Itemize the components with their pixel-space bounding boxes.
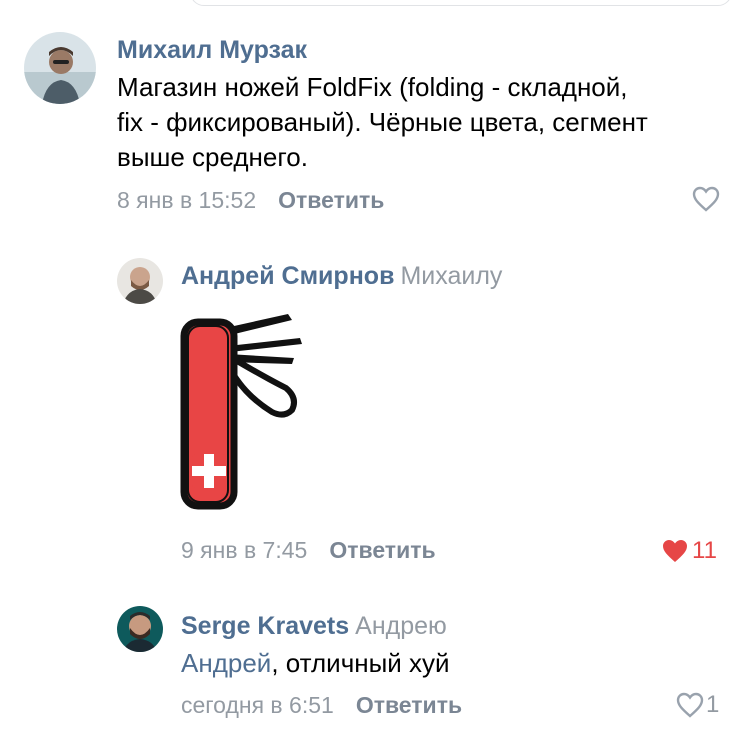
heart-icon bbox=[676, 692, 704, 718]
like-button[interactable]: 11 bbox=[660, 537, 717, 565]
author-name[interactable]: Михаил Мурзак bbox=[117, 36, 307, 64]
reply-button[interactable]: Ответить bbox=[356, 692, 462, 718]
input-field-edge bbox=[190, 0, 732, 6]
comment-time: 9 янв в 7:45 bbox=[181, 537, 308, 563]
avatar-photo bbox=[24, 32, 96, 104]
reply-to-label[interactable]: Андрею bbox=[355, 612, 447, 640]
like-button[interactable]: 1 bbox=[676, 691, 719, 719]
avatar[interactable] bbox=[24, 32, 96, 104]
comment-text-line: Магазин ножей FoldFix (folding - складно… bbox=[117, 72, 628, 102]
heart-icon bbox=[663, 540, 687, 562]
comment-author[interactable]: Serge Kravets Андрею bbox=[181, 612, 447, 641]
comment-meta: 9 янв в 7:45 Ответить bbox=[181, 537, 436, 564]
mention-link[interactable]: Андрей bbox=[181, 648, 271, 678]
comment-time: 8 янв в 15:52 bbox=[117, 187, 257, 213]
comment-author[interactable]: Андрей Смирнов Михаилу bbox=[181, 262, 502, 291]
like-count: 11 bbox=[692, 537, 717, 564]
avatar-photo bbox=[117, 258, 163, 304]
reply-to-label[interactable]: Михаилу bbox=[400, 262, 502, 290]
comment-time: сегодня в 6:51 bbox=[181, 692, 334, 718]
comment-meta: 8 янв в 15:52 Ответить bbox=[117, 187, 384, 214]
comment-text-body: , отличный хуй bbox=[271, 648, 450, 678]
reply-button[interactable]: Ответить bbox=[329, 537, 435, 563]
avatar[interactable] bbox=[117, 258, 163, 304]
avatar-photo bbox=[117, 606, 163, 652]
comment-text: Андрей, отличный хуй bbox=[181, 646, 450, 681]
comment-text-line: выше среднего. bbox=[117, 142, 308, 172]
comment-text-line: fix - фиксированый). Чёрные цвета, сегме… bbox=[117, 107, 648, 137]
avatar[interactable] bbox=[117, 606, 163, 652]
author-name[interactable]: Serge Kravets bbox=[181, 612, 349, 640]
author-name[interactable]: Андрей Смирнов bbox=[181, 262, 394, 290]
like-count: 1 bbox=[706, 691, 720, 718]
heart-icon bbox=[692, 186, 720, 212]
reply-button[interactable]: Ответить bbox=[278, 187, 384, 213]
swiss-knife-sticker bbox=[180, 314, 302, 510]
comment-author[interactable]: Михаил Мурзак bbox=[117, 36, 307, 65]
comment-meta: сегодня в 6:51 Ответить bbox=[181, 692, 462, 719]
comment-text: Магазин ножей FoldFix (folding - складно… bbox=[117, 70, 737, 175]
like-button[interactable] bbox=[692, 186, 720, 212]
sticker-image[interactable] bbox=[176, 308, 306, 513]
